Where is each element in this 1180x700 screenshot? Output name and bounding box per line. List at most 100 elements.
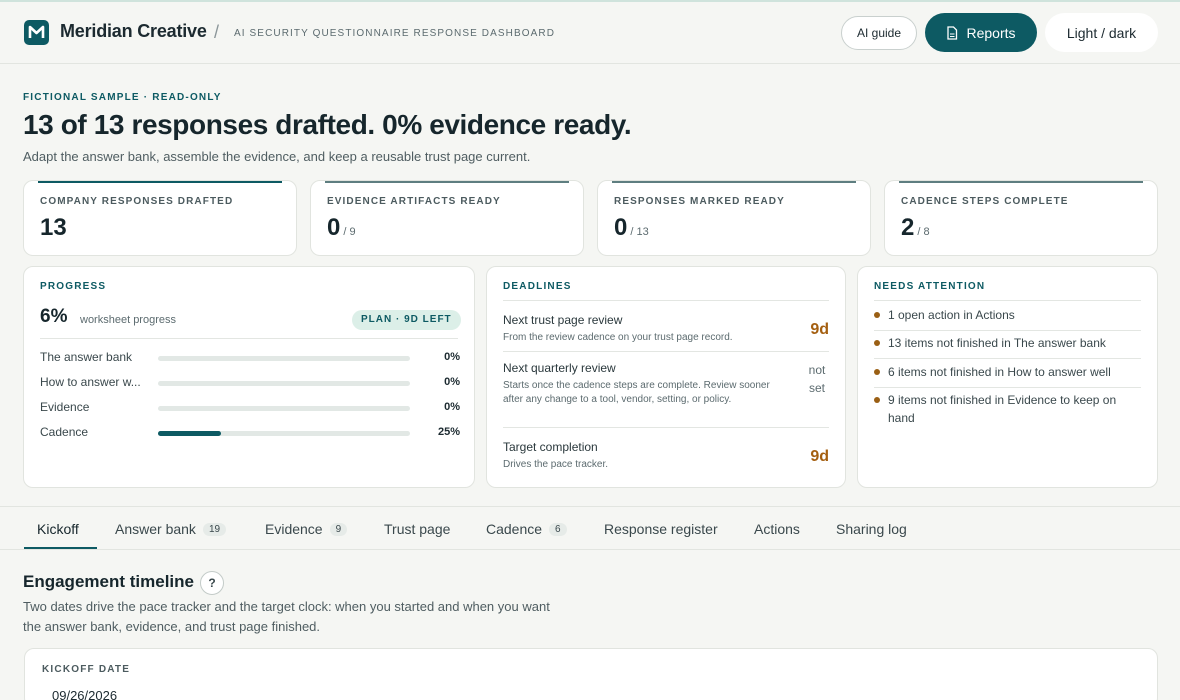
- section-title: Engagement timeline: [23, 572, 194, 591]
- deadline-value: not set: [808, 363, 826, 395]
- progress-panel: PROGRESS 6% worksheet progress PLAN · 9D…: [23, 266, 475, 488]
- help-icon[interactable]: ?: [200, 571, 224, 595]
- ai-guide-button[interactable]: AI guide: [841, 16, 917, 50]
- breadcrumb-separator: /: [214, 22, 220, 42]
- stat-label: EVIDENCE ARTIFACTS READY: [327, 196, 501, 207]
- tab-bar: Kickoff Answer bank 19 Evidence 9 Trust pa…: [0, 506, 1180, 550]
- sample-eyebrow: FICTIONAL SAMPLE · READ-ONLY: [23, 92, 222, 103]
- stat-value: 13: [40, 214, 67, 241]
- overall-percent-caption: worksheet progress: [80, 314, 176, 326]
- deadline-value: 9d: [810, 321, 829, 338]
- progress-row-label: Evidence: [40, 400, 90, 414]
- kickoff-date-card: KICKOFF DATE: [24, 648, 1158, 700]
- panel-title: PROGRESS: [40, 281, 107, 292]
- tab-response-register[interactable]: Response register: [604, 521, 718, 537]
- progress-row: How to answer w... 0%: [40, 375, 460, 391]
- progress-row-value: 0%: [444, 351, 460, 363]
- deadline-value: 9d: [810, 448, 829, 465]
- divider: [874, 330, 1141, 331]
- divider: [874, 300, 1141, 301]
- app-header: Meridian Creative / AI SECURITY QUESTION…: [0, 2, 1180, 64]
- progress-row: Cadence 25%: [40, 425, 460, 441]
- tab-cadence[interactable]: Cadence 6: [486, 521, 567, 537]
- attention-item[interactable]: 9 items not finished in Evidence to keep…: [874, 391, 1141, 427]
- reports-button[interactable]: Reports: [925, 13, 1037, 52]
- deadline-item: Next quarterly review Starts once the ca…: [503, 361, 829, 407]
- bullet-icon: [874, 340, 880, 346]
- tab-count-badge: 9: [329, 522, 348, 536]
- panel-title: NEEDS ATTENTION: [874, 281, 986, 292]
- bullet-icon: [874, 369, 880, 375]
- panel-title: DEADLINES: [503, 281, 572, 292]
- stat-accent-bar: [325, 181, 569, 183]
- page-title: 13 of 13 responses drafted. 0% evidence …: [23, 109, 632, 140]
- deadline-title: Next trust page review: [503, 313, 623, 327]
- tab-answer-bank[interactable]: Answer bank 19: [115, 521, 227, 537]
- page-description: Adapt the answer bank, assemble the evid…: [23, 149, 531, 164]
- deadline-item: Next trust page review From the review c…: [503, 313, 829, 345]
- attention-text: 1 open action in Actions: [888, 308, 1015, 322]
- progress-fill: [158, 431, 221, 436]
- stat-card-responses-ready: RESPONSES MARKED READY 0/ 13: [597, 180, 871, 256]
- tab-evidence[interactable]: Evidence 9: [265, 521, 348, 537]
- deadline-title: Next quarterly review: [503, 361, 616, 375]
- progress-row-label: The answer bank: [40, 350, 133, 364]
- page-subtitle: AI SECURITY QUESTIONNAIRE RESPONSE DASHB…: [234, 28, 556, 39]
- divider: [503, 427, 829, 428]
- overall-percent: 6%: [40, 306, 68, 327]
- attention-item[interactable]: 1 open action in Actions: [874, 306, 1141, 324]
- stat-accent-bar: [612, 181, 856, 183]
- kickoff-date-input[interactable]: [42, 688, 242, 700]
- divider: [874, 358, 1141, 359]
- tab-sharing-log[interactable]: Sharing log: [836, 521, 907, 537]
- deadline-description: From the review cadence on your trust pa…: [503, 332, 733, 343]
- divider: [503, 351, 829, 352]
- bullet-icon: [874, 397, 880, 403]
- divider: [503, 300, 829, 301]
- bullet-icon: [874, 312, 880, 318]
- attention-text: 6 items not finished in How to answer we…: [888, 365, 1111, 379]
- progress-row: Evidence 0%: [40, 400, 460, 416]
- stat-label: COMPANY RESPONSES DRAFTED: [40, 196, 234, 207]
- stat-accent-bar: [38, 181, 282, 183]
- deadlines-panel: DEADLINES Next trust page review From th…: [486, 266, 846, 488]
- document-icon: [947, 25, 958, 40]
- needs-attention-panel: NEEDS ATTENTION 1 open action in Actions…: [857, 266, 1158, 488]
- progress-row: The answer bank 0%: [40, 350, 460, 366]
- stat-card-cadence-steps: CADENCE STEPS COMPLETE 2/ 8: [884, 180, 1158, 256]
- attention-text: 9 items not finished in Evidence to keep…: [888, 393, 1117, 425]
- progress-track: [158, 406, 410, 411]
- progress-row-value: 25%: [437, 426, 460, 438]
- stat-card-responses-drafted: COMPANY RESPONSES DRAFTED 13: [23, 180, 297, 256]
- stat-value: 0/ 13: [614, 214, 649, 241]
- deadline-description: Drives the pace tracker.: [503, 459, 609, 470]
- stat-value: 2/ 8: [901, 214, 930, 241]
- attention-text: 13 items not finished in The answer bank: [888, 336, 1106, 350]
- active-tab-indicator: [24, 547, 97, 549]
- progress-row-label: Cadence: [40, 425, 89, 439]
- stat-accent-bar: [899, 181, 1143, 183]
- theme-toggle-button[interactable]: Light / dark: [1045, 13, 1158, 52]
- stat-label: RESPONSES MARKED READY: [614, 196, 785, 207]
- tab-trust-page[interactable]: Trust page: [384, 521, 450, 537]
- progress-track: [158, 431, 410, 436]
- deadline-item: Target completion Drives the pace tracke…: [503, 440, 829, 472]
- stat-label: CADENCE STEPS COMPLETE: [901, 196, 1069, 207]
- stat-value: 0/ 9: [327, 214, 356, 241]
- attention-item[interactable]: 13 items not finished in The answer bank: [874, 334, 1141, 352]
- tab-kickoff[interactable]: Kickoff: [37, 521, 79, 537]
- tab-actions[interactable]: Actions: [754, 521, 800, 537]
- deadline-title: Target completion: [503, 440, 598, 454]
- tab-count-badge: 6: [549, 522, 567, 536]
- divider: [40, 338, 458, 339]
- attention-item[interactable]: 6 items not finished in How to answer we…: [874, 363, 1141, 381]
- deadline-description: Starts once the cadence steps are comple…: [503, 380, 770, 405]
- progress-track: [158, 356, 410, 361]
- progress-row-label: How to answer w...: [40, 375, 141, 389]
- plan-status-badge: PLAN · 9D LEFT: [352, 310, 461, 330]
- logo-icon: [24, 20, 49, 45]
- stat-card-evidence-ready: EVIDENCE ARTIFACTS READY 0/ 9: [310, 180, 584, 256]
- tab-count-badge: 19: [202, 522, 227, 536]
- reports-label: Reports: [966, 24, 1016, 41]
- progress-row-value: 0%: [444, 401, 460, 413]
